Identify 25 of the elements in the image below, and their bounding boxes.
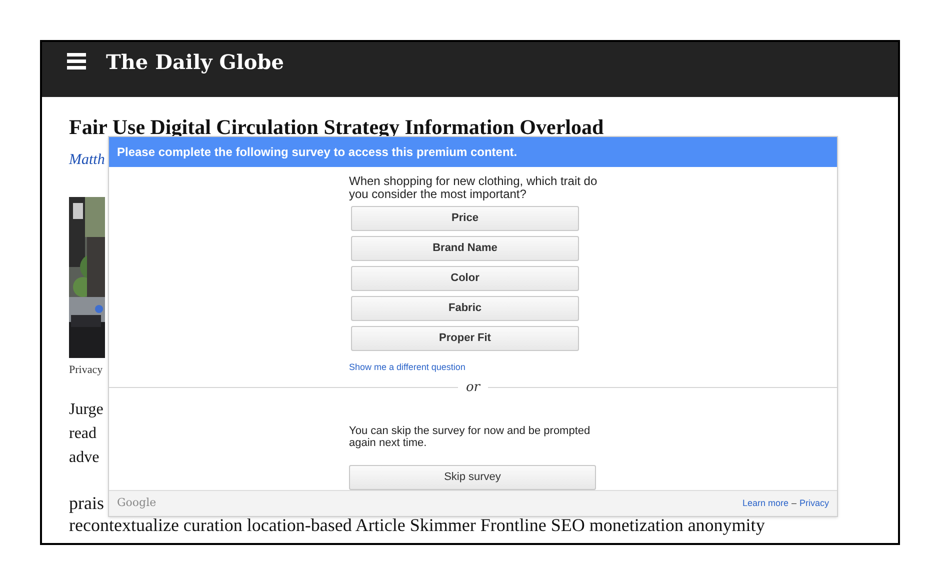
article-text: recontextualize curation location-based Article Skimmer Frontline SEO monetization anonymity xyxy=(69,514,765,536)
survey-banner: Please complete the following survey to access this premium content. xyxy=(109,137,837,167)
article-text: Jurge xyxy=(69,400,104,420)
survey-question: When shopping for new clothing, which trait do you consider the most important? xyxy=(349,175,598,201)
article-text: prais xyxy=(69,492,104,514)
answer-button[interactable]: Brand Name xyxy=(351,236,579,261)
answer-button[interactable]: Proper Fit xyxy=(351,326,579,351)
answer-button[interactable]: Color xyxy=(351,266,579,291)
dash-text: – xyxy=(791,496,796,510)
article-text: adve xyxy=(69,448,100,468)
google-logo: Google xyxy=(117,495,156,511)
article-text: read xyxy=(69,424,97,444)
separator-text: or xyxy=(466,380,480,394)
learn-more-link[interactable]: Learn more xyxy=(742,496,788,510)
privacy-link[interactable]: Privacy xyxy=(799,496,829,510)
skip-note: You can skip the survey for now and be prompted again next time. xyxy=(349,424,592,448)
skip-survey-button[interactable]: Skip survey xyxy=(349,464,596,490)
answer-button[interactable]: Fabric xyxy=(351,296,579,321)
article-byline[interactable]: Matth xyxy=(69,150,105,170)
site-logo[interactable]: The Daily Globe xyxy=(106,50,284,74)
article-headline: Fair Use Digital Circulation Strategy Information Overload xyxy=(69,117,604,137)
menu-icon[interactable] xyxy=(67,53,86,70)
answer-button[interactable]: Price xyxy=(351,206,579,231)
different-question-link[interactable]: Show me a different question xyxy=(349,361,466,374)
photo-caption: Privacy xyxy=(69,363,103,378)
